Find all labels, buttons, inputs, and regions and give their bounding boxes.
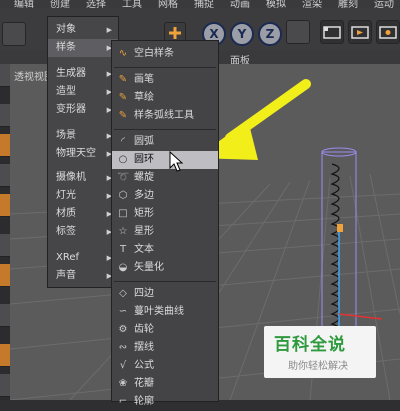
tool-icon[interactable] (0, 104, 10, 127)
menu-sculpt[interactable]: 雕刻 (338, 0, 358, 8)
left-tool-palette (0, 64, 10, 400)
create-menu-item-physical-sky[interactable]: 物理天空 ▶ (48, 145, 118, 163)
spline-submenu: ∿ 空白样条 ✎ 画笔 ✎ 草绘 ✎ 样条弧线工具 ◜ 圆弧 ○ 圆环 ➰ 螺旋 ⬡ 多边 □ 矩… (111, 40, 219, 407)
watermark-title: 百科全说 (274, 335, 346, 355)
four-side-icon: ◇ (119, 288, 127, 299)
y-axis-button[interactable]: Y (230, 22, 254, 46)
gear-icon: ⚙ (118, 324, 128, 335)
create-menu-item-sound[interactable]: 声音 ▶ (48, 267, 118, 285)
spline-item-cissoid[interactable]: ∽ 蔓叶类曲线 (112, 303, 218, 321)
spline-item-vectorize[interactable]: ◒ 矢量化 (112, 259, 218, 277)
spline-item-pen[interactable]: ✎ 画笔 (112, 71, 218, 89)
create-menu-item-deformer[interactable]: 变形器 ▶ (48, 101, 118, 119)
formula-icon: √ (119, 360, 127, 371)
empty-spline-icon: ∿ (118, 48, 128, 59)
spline-item-helix[interactable]: ➰ 螺旋 (112, 169, 218, 187)
rectangle-icon: □ (118, 208, 128, 219)
spline-item-arc[interactable]: ◜ 圆弧 (112, 133, 218, 151)
tool-icon[interactable] (0, 234, 10, 257)
flower-icon: ❀ (118, 378, 128, 389)
pen-icon: ✎ (118, 74, 128, 85)
render-button[interactable] (348, 20, 372, 44)
profile-icon: ⌐ (118, 396, 128, 407)
create-menu: 对象 ▶ 样条 ▶ 生成器 ▶ 造型 ▶ 变形器 ▶ 场景 ▶ 物理天空 ▶ 摄像机 ▶ 灯光 ▶… (47, 16, 119, 288)
tool-icon[interactable] (0, 134, 10, 157)
menu-render[interactable]: 渲染 (302, 0, 322, 8)
cycloid-icon: ∾ (118, 342, 128, 353)
menu-motion[interactable]: 运动 (374, 0, 394, 8)
cissoid-icon: ∽ (118, 306, 128, 317)
submenu-arrow-icon: ▶ (106, 26, 112, 34)
spline-item-cycloid[interactable]: ∾ 摆线 (112, 339, 218, 357)
menu-divider (114, 67, 216, 68)
undo-button[interactable] (2, 22, 26, 46)
spline-item-star[interactable]: ☆ 星形 (112, 223, 218, 241)
menu-animate[interactable]: 动画 (230, 0, 250, 8)
menu-snap[interactable]: 捕捉 (194, 0, 214, 8)
watermark-logo: 百科全说 助你轻松解决 (264, 326, 376, 378)
render-view-button[interactable] (320, 20, 344, 44)
spline-item-gear[interactable]: ⚙ 齿轮 (112, 321, 218, 339)
spline-item-polygon[interactable]: ⬡ 多边 (112, 187, 218, 205)
vectorize-icon: ◒ (118, 262, 128, 273)
spline-item-circle[interactable]: ○ 圆环 (112, 151, 218, 169)
menu-divider (114, 129, 216, 130)
create-menu-item-camera[interactable]: 摄像机 ▶ (48, 169, 118, 187)
tool-icon[interactable] (0, 64, 10, 87)
arc-tool-icon: ✎ (118, 110, 128, 121)
star-icon: ☆ (118, 226, 128, 237)
menu-select[interactable]: 选择 (86, 0, 106, 8)
spline-item-profile[interactable]: ⌐ 轮廓 (112, 393, 218, 411)
z-axis-button[interactable]: Z (258, 22, 282, 46)
create-menu-item-generator[interactable]: 生成器 ▶ (48, 65, 118, 83)
tool-icon[interactable] (0, 374, 10, 397)
create-menu-item-object[interactable]: 对象 ▶ (48, 21, 118, 39)
spline-item-flower[interactable]: ❀ 花瓣 (112, 375, 218, 393)
menu-bar: 编辑 创建 选择 工具 网格 捕捉 动画 模拟 渲染 雕刻 运动 (0, 0, 400, 8)
create-menu-item-light[interactable]: 灯光 ▶ (48, 187, 118, 205)
spline-item-rectangle[interactable]: □ 矩形 (112, 205, 218, 223)
arc-icon: ◜ (121, 136, 125, 147)
tool-icon[interactable] (0, 344, 10, 367)
spline-item-empty[interactable]: ∿ 空白样条 (112, 45, 218, 63)
create-menu-item-spline[interactable]: 样条 ▶ (48, 39, 118, 57)
render-settings-button[interactable] (376, 20, 400, 44)
text-icon: T (119, 244, 127, 255)
polygon-icon: ⬡ (118, 190, 128, 201)
menu-simulate[interactable]: 模拟 (266, 0, 286, 8)
menu-mesh[interactable]: 网格 (158, 0, 178, 8)
menu-divider (114, 281, 216, 282)
create-menu-item-material[interactable]: 材质 ▶ (48, 205, 118, 223)
tool-icon[interactable] (0, 304, 10, 327)
coordinate-system-button[interactable] (286, 20, 310, 44)
tool-icon[interactable] (0, 164, 10, 187)
create-menu-item-xref[interactable]: XRef ▶ (48, 249, 118, 267)
watermark-subtitle: 助你轻松解决 (288, 361, 348, 372)
spline-item-formula[interactable]: √ 公式 (112, 357, 218, 375)
spline-item-text[interactable]: T 文本 (112, 241, 218, 259)
tool-icon[interactable] (0, 194, 10, 217)
tool-icon[interactable] (0, 264, 10, 287)
create-menu-item-modeling[interactable]: 造型 ▶ (48, 83, 118, 101)
menu-create[interactable]: 创建 (50, 0, 70, 8)
helix-icon: ➰ (117, 172, 130, 183)
menu-tools[interactable]: 工具 (122, 0, 142, 8)
sketch-icon: ✎ (118, 92, 128, 103)
menu-edit[interactable]: 编辑 (14, 0, 34, 8)
circle-icon: ○ (118, 154, 128, 165)
spline-item-four-side[interactable]: ◇ 四边 (112, 285, 218, 303)
spline-item-sketch[interactable]: ✎ 草绘 (112, 89, 218, 107)
create-menu-item-tag[interactable]: 标签 ▶ (48, 223, 118, 241)
create-menu-item-scene[interactable]: 场景 ▶ (48, 127, 118, 145)
spline-item-arc-tool[interactable]: ✎ 样条弧线工具 (112, 107, 218, 125)
